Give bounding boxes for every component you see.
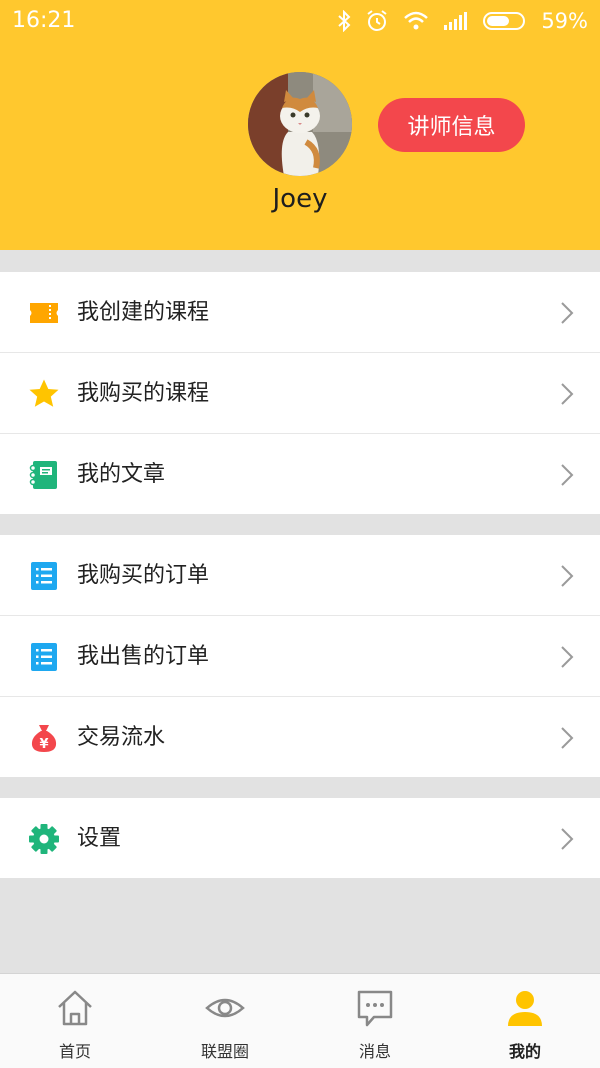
star-icon xyxy=(28,378,60,410)
menu-item-sold-orders[interactable]: 我出售的订单 xyxy=(0,616,600,697)
battery-icon xyxy=(483,12,526,30)
menu-item-label: 设置 xyxy=(77,826,122,851)
signal-icon xyxy=(444,12,468,30)
tab-label: 消息 xyxy=(358,1042,391,1061)
message-icon xyxy=(355,988,395,1028)
chevron-right-icon xyxy=(560,382,574,406)
menu-item-label: 我购买的课程 xyxy=(77,381,210,406)
menu-item-label: 我购买的订单 xyxy=(77,563,210,588)
tab-home[interactable]: 首页 xyxy=(0,974,150,1068)
menu-item-purchased-orders[interactable]: 我购买的订单 xyxy=(0,535,600,616)
list-icon xyxy=(28,560,60,592)
menu-group-courses: 我创建的课程 我购买的课程 我的文章 xyxy=(0,272,600,514)
wifi-icon xyxy=(404,11,429,30)
menu-item-label: 交易流水 xyxy=(77,725,166,750)
chevron-right-icon xyxy=(560,564,574,588)
menu-item-label: 我创建的课程 xyxy=(77,300,210,325)
chevron-right-icon xyxy=(560,463,574,487)
svg-text:¥: ¥ xyxy=(39,737,48,752)
ticket-icon xyxy=(28,297,60,329)
tab-label: 联盟圈 xyxy=(200,1042,249,1061)
menu-item-created-courses[interactable]: 我创建的课程 xyxy=(0,272,600,353)
notebook-icon xyxy=(28,459,60,491)
battery-percent: 59% xyxy=(541,9,588,33)
menu-group-settings: 设置 xyxy=(0,798,600,878)
alarm-icon xyxy=(367,10,387,31)
menu-item-label: 我出售的订单 xyxy=(77,644,210,669)
menu-group-orders: 我购买的订单 我出售的订单 ¥ 交易流水 xyxy=(0,535,600,777)
tab-label: 首页 xyxy=(58,1042,91,1061)
menu-item-settings[interactable]: 设置 xyxy=(0,798,600,878)
menu-item-transactions[interactable]: ¥ 交易流水 xyxy=(0,697,600,777)
profile-header: 16:21 59% Joey 讲师信息 xyxy=(0,0,600,250)
profile-name: Joey xyxy=(272,184,328,214)
chevron-right-icon xyxy=(560,726,574,750)
status-bar: 16:21 59% xyxy=(0,0,600,42)
status-icons: 59% xyxy=(337,6,588,36)
chevron-right-icon xyxy=(560,827,574,851)
money-bag-icon: ¥ xyxy=(28,722,60,754)
home-icon xyxy=(55,988,95,1028)
chevron-right-icon xyxy=(560,301,574,325)
chevron-right-icon xyxy=(560,645,574,669)
list-icon xyxy=(28,641,60,673)
eye-icon xyxy=(205,988,245,1028)
tab-label: 我的 xyxy=(508,1042,541,1061)
menu-item-my-articles[interactable]: 我的文章 xyxy=(0,434,600,514)
person-icon xyxy=(505,988,545,1028)
bluetooth-icon xyxy=(338,10,351,32)
gear-icon xyxy=(28,823,60,855)
tab-alliance[interactable]: 联盟圈 xyxy=(150,974,300,1068)
status-time: 16:21 xyxy=(12,8,76,33)
tab-messages[interactable]: 消息 xyxy=(300,974,450,1068)
menu-item-purchased-courses[interactable]: 我购买的课程 xyxy=(0,353,600,434)
menu-item-label: 我的文章 xyxy=(77,462,166,487)
bottom-tab-bar: 首页 联盟圈 消息 我的 xyxy=(0,973,600,1068)
tab-mine[interactable]: 我的 xyxy=(450,974,600,1068)
teacher-info-button[interactable]: 讲师信息 xyxy=(378,98,525,152)
avatar[interactable] xyxy=(248,72,352,176)
